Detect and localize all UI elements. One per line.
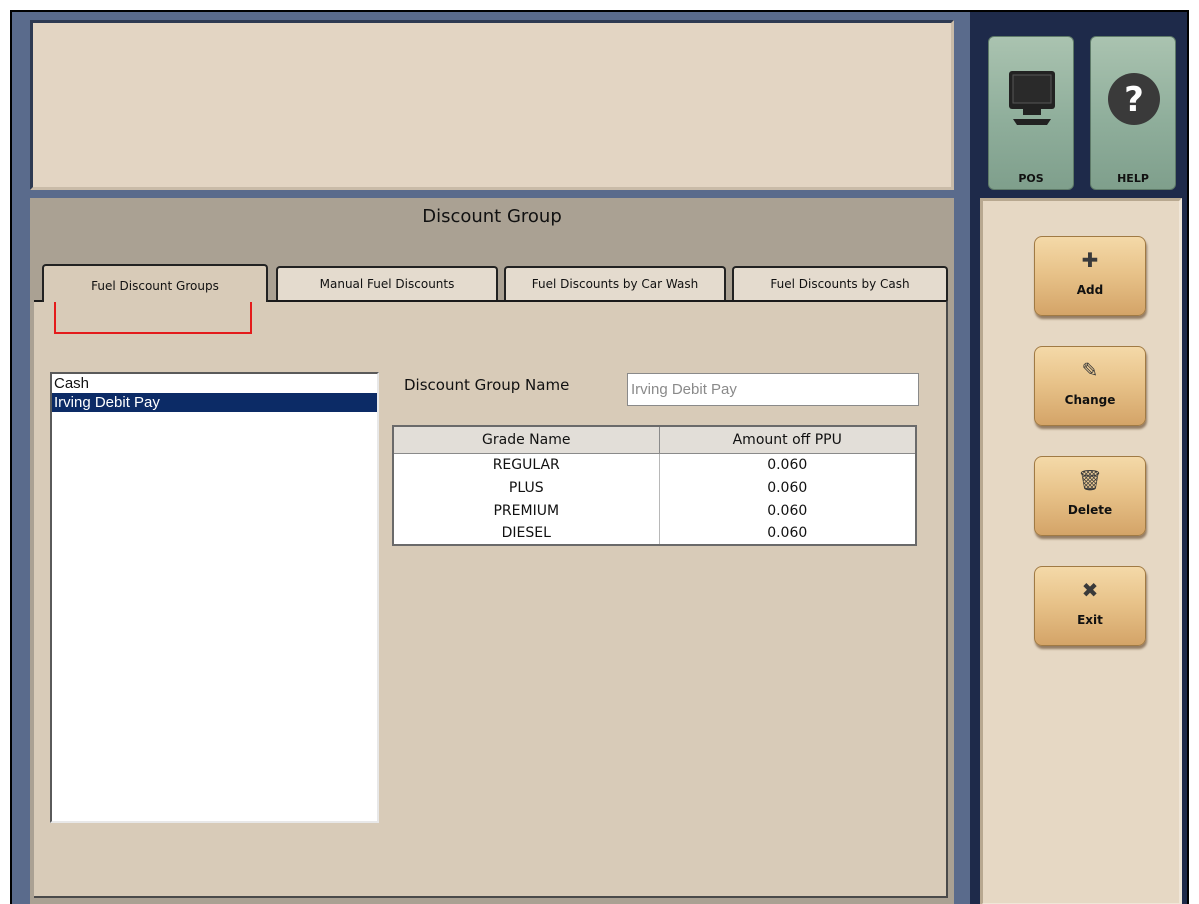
help-label: HELP	[1117, 172, 1149, 185]
add-label: Add	[1076, 283, 1104, 297]
app-window: Discount Group Manual Fuel Discounts Fue…	[10, 10, 1189, 904]
table-row[interactable]: PLUS 0.060	[393, 476, 917, 499]
change-button[interactable]: ✎ Change	[1034, 346, 1146, 426]
tab-fuel-discount-groups[interactable]: Fuel Discount Groups	[42, 264, 268, 302]
question-icon: ?	[1108, 73, 1160, 125]
table-row[interactable]: REGULAR 0.060	[393, 453, 917, 476]
table-row[interactable]: PREMIUM 0.060	[393, 499, 917, 522]
monitor-icon	[1009, 71, 1055, 125]
help-button[interactable]: ? HELP	[1090, 36, 1176, 190]
tab-manual-fuel-discounts[interactable]: Manual Fuel Discounts	[276, 266, 498, 302]
list-item[interactable]: Cash	[52, 374, 377, 393]
table-row[interactable]: DIESEL 0.060	[393, 522, 917, 545]
message-panel	[30, 20, 954, 190]
pos-button[interactable]: POS	[988, 36, 1074, 190]
add-button[interactable]: ✚ Add	[1034, 236, 1146, 316]
grade-name-cell: PLUS	[393, 476, 660, 499]
tab-fuel-discounts-by-car-wash[interactable]: Fuel Discounts by Car Wash	[504, 266, 726, 302]
table-header-row: Grade Name Amount off PPU	[392, 425, 917, 454]
amount-off-ppu-cell: 0.060	[659, 453, 917, 476]
grade-name-cell: REGULAR	[393, 453, 660, 476]
list-item-selected[interactable]: Irving Debit Pay	[52, 393, 377, 412]
amount-off-ppu-cell: 0.060	[659, 522, 917, 545]
svg-text:?: ?	[1124, 80, 1144, 120]
grade-name-cell: PREMIUM	[393, 499, 660, 522]
right-column: POS ? HELP ✚ Add ✎ Change 🗑 Delete ✖ Exi…	[970, 12, 1187, 904]
tab-fuel-discounts-by-cash[interactable]: Fuel Discounts by Cash	[732, 266, 948, 302]
edit-icon: ✎	[1081, 358, 1099, 382]
trash-icon: 🗑	[1077, 468, 1103, 492]
delete-label: Delete	[1067, 503, 1113, 517]
amount-off-ppu-cell: 0.060	[659, 476, 917, 499]
discount-group-name-label: Discount Group Name	[404, 376, 570, 394]
change-label: Change	[1064, 393, 1116, 407]
delete-button[interactable]: 🗑 Delete	[1034, 456, 1146, 536]
amount-off-ppu-cell: 0.060	[659, 499, 917, 522]
column-header-amount-off-ppu[interactable]: Amount off PPU	[658, 425, 917, 454]
grade-name-cell: DIESEL	[393, 522, 660, 545]
grade-table: Grade Name Amount off PPU REGULAR 0.060 …	[392, 425, 917, 546]
discount-group-list[interactable]: Cash Irving Debit Pay	[50, 372, 379, 823]
exit-label: Exit	[1077, 613, 1103, 627]
action-panel: ✚ Add ✎ Change 🗑 Delete ✖ Exit	[980, 198, 1182, 904]
exit-button[interactable]: ✖ Exit	[1034, 566, 1146, 646]
plus-icon: ✚	[1081, 248, 1099, 272]
close-circle-icon: ✖	[1081, 578, 1099, 602]
column-header-grade-name[interactable]: Grade Name	[392, 425, 660, 454]
pos-label: POS	[1018, 172, 1044, 185]
page-title: Discount Group	[422, 206, 562, 227]
discount-group-name-field[interactable]: Irving Debit Pay	[627, 373, 919, 406]
